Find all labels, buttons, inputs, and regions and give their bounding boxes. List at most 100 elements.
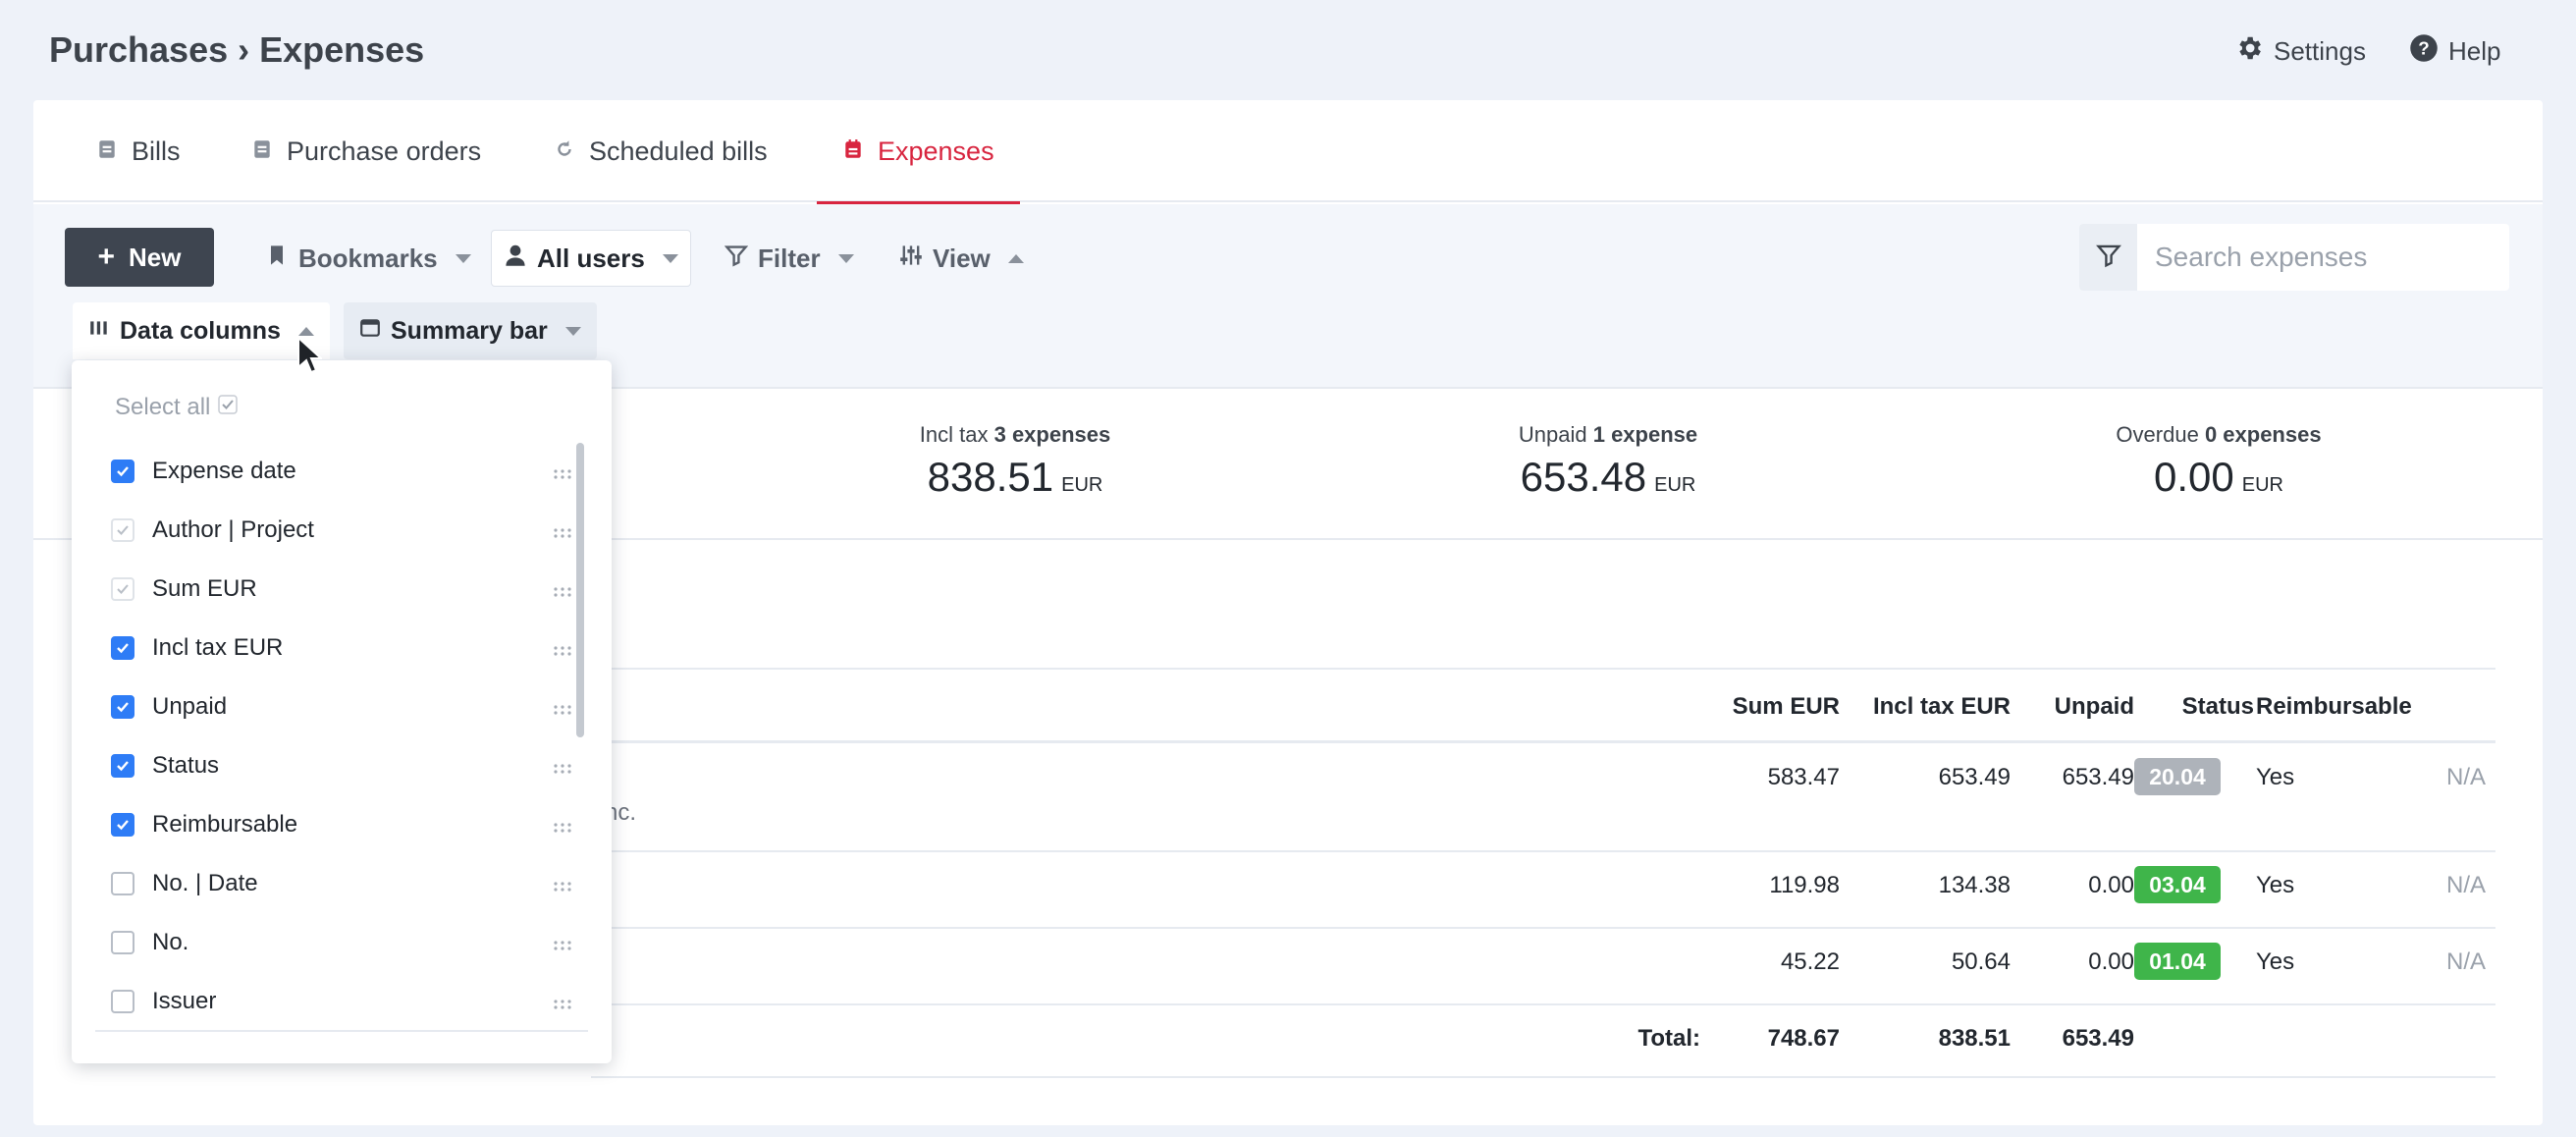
drag-handle-icon[interactable] — [553, 761, 572, 774]
sliders-icon — [899, 244, 923, 274]
row-reimbursable: Yes — [2256, 764, 2295, 790]
tab-purchase-orders[interactable]: Purchase orders — [251, 100, 481, 202]
checkbox[interactable] — [111, 518, 134, 542]
chevron-down-icon — [837, 253, 854, 263]
checkbox[interactable] — [111, 636, 134, 660]
tab-label: Expenses — [878, 135, 994, 166]
column-option-no[interactable]: No. — [111, 923, 572, 962]
tab-label: Bills — [132, 135, 181, 166]
column-option-incl-tax-eur[interactable]: Incl tax EUR — [111, 628, 572, 668]
settings-link[interactable]: Settings — [2234, 33, 2366, 70]
help-icon: ? — [2409, 33, 2439, 70]
users-select[interactable]: All users — [491, 230, 691, 287]
column-header-unpaid[interactable]: Unpaid — [2016, 693, 2134, 721]
row-sum: 45.22 — [1780, 948, 1840, 975]
document-icon — [96, 136, 118, 167]
new-label: New — [129, 242, 182, 272]
drag-handle-icon[interactable] — [553, 525, 572, 538]
table-divider — [591, 740, 2496, 743]
column-header-reimbursable[interactable]: Reimbursable — [2256, 693, 2412, 721]
row-unpaid: 653.49 — [2062, 764, 2134, 790]
drag-handle-icon[interactable] — [553, 997, 572, 1009]
column-option-no-date[interactable]: No. | Date — [111, 864, 572, 903]
column-option-label: Unpaid — [152, 693, 228, 720]
bookmarks-button[interactable]: Bookmarks — [253, 230, 483, 287]
checkbox[interactable] — [111, 460, 134, 483]
view-label: View — [933, 243, 991, 273]
search-box — [2079, 224, 2509, 291]
gear-icon — [2234, 33, 2264, 70]
row-incl-tax: 653.49 — [1938, 764, 2011, 790]
row-sum: 119.98 — [1769, 872, 1840, 898]
row-unpaid: 0.00 — [2088, 948, 2134, 975]
page-title: Purchases › Expenses — [49, 29, 425, 70]
checkbox[interactable] — [111, 577, 134, 601]
checkbox[interactable] — [111, 754, 134, 778]
drag-handle-icon[interactable] — [553, 938, 572, 950]
drag-handle-icon[interactable] — [553, 466, 572, 479]
document-icon — [251, 136, 273, 167]
table-divider — [591, 850, 2496, 852]
tab-expenses[interactable]: Expenses — [817, 100, 1020, 204]
select-all-label: Select all — [115, 394, 211, 420]
checkbox[interactable] — [111, 990, 134, 1013]
total-sum: 748.67 — [1767, 1025, 1840, 1052]
help-link[interactable]: ? Help — [2409, 33, 2500, 70]
drag-handle-icon[interactable] — [553, 643, 572, 656]
user-icon — [504, 244, 527, 274]
summary-bar-label: Summary bar — [391, 316, 548, 345]
summary-overdue: Overdue 0 expenses 0.00 EUR — [2091, 422, 2346, 501]
select-all-option[interactable]: Select all — [115, 394, 239, 421]
row-extra: N/A — [2446, 948, 2487, 975]
drag-handle-icon[interactable] — [553, 702, 572, 715]
search-filter-button[interactable] — [2079, 224, 2137, 291]
dropdown-divider — [95, 1030, 588, 1032]
summary-value: 838.51 EUR — [927, 454, 1103, 500]
drag-handle-icon[interactable] — [553, 584, 572, 597]
drag-handle-icon[interactable] — [553, 879, 572, 892]
column-option-label: No. | Date — [152, 870, 258, 896]
status-badge: 03.04 — [2134, 866, 2221, 903]
row-incl-tax: 50.64 — [1951, 948, 2011, 975]
column-header-sum[interactable]: Sum EUR — [1702, 693, 1840, 721]
table-divider — [591, 1076, 2496, 1078]
column-option-author-project[interactable]: Author | Project — [111, 511, 572, 550]
checkbox[interactable] — [111, 872, 134, 895]
data-columns-label: Data columns — [120, 316, 281, 345]
column-header-status[interactable]: Status — [2144, 693, 2254, 721]
tab-scheduled-bills[interactable]: Scheduled bills — [554, 100, 768, 202]
column-header-incl-tax[interactable]: Incl tax EUR — [1830, 693, 2011, 721]
column-option-reimbursable[interactable]: Reimbursable — [111, 805, 572, 844]
filter-label: Filter — [758, 243, 821, 273]
new-button[interactable]: + New — [65, 228, 214, 287]
view-button[interactable]: View — [887, 230, 1036, 287]
checkbox[interactable] — [111, 695, 134, 719]
tab-label: Scheduled bills — [589, 135, 768, 166]
column-option-expense-date[interactable]: Expense date — [111, 452, 572, 491]
column-option-sum-eur[interactable]: Sum EUR — [111, 569, 572, 609]
row-reimbursable: Yes — [2256, 948, 2295, 975]
column-option-status[interactable]: Status — [111, 746, 572, 785]
column-option-unpaid[interactable]: Unpaid — [111, 687, 572, 727]
mouse-cursor-icon — [296, 335, 324, 380]
column-option-issuer[interactable]: Issuer — [111, 982, 572, 1021]
checkbox[interactable] — [111, 813, 134, 837]
drag-handle-icon[interactable] — [553, 820, 572, 833]
refresh-icon — [554, 136, 575, 167]
data-columns-button[interactable]: Data columns — [73, 302, 330, 359]
dropdown-scrollbar[interactable] — [576, 443, 584, 737]
filter-button[interactable]: Filter — [713, 230, 866, 287]
column-option-label: Incl tax EUR — [152, 634, 284, 661]
chevron-down-icon — [662, 253, 678, 263]
column-option-label: Expense date — [152, 458, 296, 484]
users-label: All users — [537, 243, 645, 273]
summary-bar-button[interactable]: Summary bar — [344, 302, 597, 359]
chevron-down-icon — [455, 253, 471, 263]
filter-icon — [2095, 243, 2121, 273]
search-input[interactable] — [2137, 224, 2509, 291]
checkbox[interactable] — [111, 931, 134, 954]
tab-bills[interactable]: Bills — [96, 100, 181, 202]
summary-label: Unpaid 1 expense — [1518, 422, 1698, 447]
settings-label: Settings — [2274, 36, 2366, 66]
check-icon — [218, 394, 239, 421]
